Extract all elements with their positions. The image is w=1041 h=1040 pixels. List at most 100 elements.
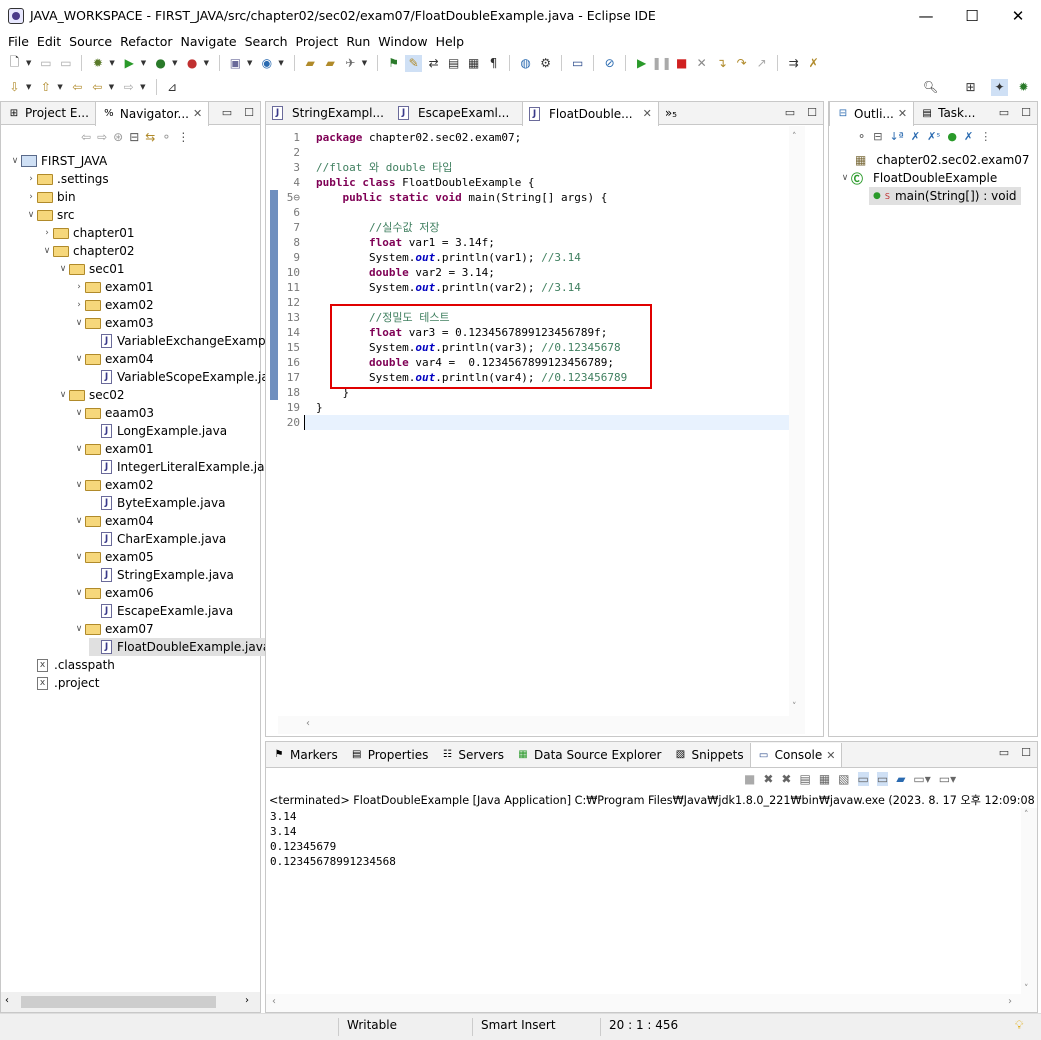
previous-annotation-icon[interactable]: ⇧ <box>37 79 54 96</box>
close-icon[interactable]: ✕ <box>193 107 202 120</box>
minimize-view-icon[interactable]: ▭ <box>999 746 1009 759</box>
code-line[interactable]: System.out.println(var2); //3.14 <box>316 280 581 295</box>
chevron-right-icon[interactable]: › <box>25 192 37 202</box>
remove-launch-icon[interactable]: ✖ <box>763 772 773 786</box>
disconnect-icon[interactable]: ✕ <box>693 55 710 72</box>
tree-item[interactable]: › exam01 <box>73 278 153 296</box>
chevron-right-icon[interactable]: › <box>25 174 37 184</box>
display-selected-icon[interactable]: ▭ <box>876 772 889 786</box>
chevron-down-icon[interactable]: ∨ <box>57 264 69 274</box>
tree-item[interactable]: ∨ exam04 <box>73 350 154 368</box>
tree-item[interactable]: ∨ eaam03 <box>73 404 154 422</box>
show-whitespace-icon[interactable]: ¶ <box>485 55 502 72</box>
chevron-down-icon[interactable]: ∨ <box>839 173 851 183</box>
back-nav-icon[interactable]: ⇦ <box>81 130 91 144</box>
outline-collapse-icon[interactable]: ⊟ <box>873 130 882 143</box>
tab-servers[interactable]: ☷ Servers <box>434 743 510 766</box>
tree-item[interactable]: › chapter01 <box>41 224 134 242</box>
open-console-icon[interactable]: ▰ <box>896 772 905 786</box>
step-into-icon[interactable]: ↴ <box>713 55 730 72</box>
new-icon[interactable]: 🗋 <box>6 55 23 72</box>
tree-item[interactable]: ∨ chapter02 <box>41 242 135 260</box>
sort-icon[interactable]: ↓ª <box>889 130 903 143</box>
outline-class[interactable]: ∨ Ⓒ FloatDoubleExample <box>839 169 998 187</box>
tree-item[interactable]: ∨ FIRST_JAVA <box>9 152 107 170</box>
toggle-breadcrumb-icon[interactable]: ⇄ <box>425 55 442 72</box>
chevron-down-icon[interactable]: ∨ <box>25 210 37 220</box>
terminate-console-icon[interactable]: ■ <box>744 772 755 786</box>
refactor-icon[interactable]: ✗ <box>805 55 822 72</box>
console-view-menu-icon[interactable]: ▭▾ <box>939 772 956 786</box>
tree-item[interactable]: ∨ exam04 <box>73 512 154 530</box>
tab-outline[interactable]: ⊟ Outli... ✕ <box>829 101 915 126</box>
block-selection-icon[interactable]: ▤ <box>445 55 462 72</box>
last-edit-location-icon[interactable]: ⇦ <box>69 79 86 96</box>
tree-item[interactable]: › bin <box>25 188 75 206</box>
tree-item[interactable]: ∨ exam02 <box>73 476 154 494</box>
tab-project-explorer[interactable]: ⊞ Project E... <box>1 102 95 125</box>
editor-vertical-scrollbar[interactable]: ˄ ˅ <box>789 126 805 716</box>
chevron-right-icon[interactable]: › <box>73 282 85 292</box>
tree-item[interactable]: › .settings <box>25 170 108 188</box>
view-menu-icon[interactable]: ⋮ <box>177 130 189 144</box>
chevron-down-icon[interactable]: ∨ <box>73 318 85 328</box>
menu-refactor[interactable]: Refactor <box>116 34 176 49</box>
new-console-icon[interactable]: ▭▾ <box>913 772 930 786</box>
open-folder-icon[interactable]: ▰ <box>322 55 339 72</box>
menu-file[interactable]: File <box>4 34 33 49</box>
up-nav-icon[interactable]: ⊛ <box>113 130 123 144</box>
tip-icon[interactable]: 💡︎ <box>1015 1018 1023 1033</box>
menu-search[interactable]: Search <box>241 34 292 49</box>
remove-all-icon[interactable]: ✖ <box>781 772 791 786</box>
resume-icon[interactable]: ▶ <box>633 55 650 72</box>
step-return-icon[interactable]: ↗ <box>753 55 770 72</box>
tree-item[interactable]: J VariableScopeExample.ja <box>89 368 269 386</box>
word-wrap-icon[interactable]: ▦ <box>465 55 482 72</box>
chevron-down-icon[interactable]: ∨ <box>41 246 53 256</box>
tree-item[interactable]: J CharExample.java <box>89 530 226 548</box>
outline-filter-icon[interactable]: ⚬ <box>857 130 866 143</box>
back-icon[interactable]: ⇦ <box>89 79 106 96</box>
suspend-icon[interactable]: ❚❚ <box>652 55 672 72</box>
tab-console[interactable]: ▭ Console ✕ <box>749 743 843 767</box>
console-icon[interactable]: ▭ <box>569 55 586 72</box>
tree-item[interactable]: ∨ sec01 <box>57 260 125 278</box>
code-line[interactable]: public static void main(String[] args) { <box>316 190 608 205</box>
step-over-icon[interactable]: ↷ <box>733 55 750 72</box>
tab-navigator[interactable]: % Navigator... ✕ <box>94 101 210 126</box>
menu-navigate[interactable]: Navigate <box>177 34 241 49</box>
chevron-down-icon[interactable]: ∨ <box>9 156 21 166</box>
next-annotation-icon[interactable]: ⇩ <box>6 79 23 96</box>
search-icon[interactable]: 🔍︎ <box>922 79 939 96</box>
toggle-mark-occurrences-icon[interactable]: ✎ <box>405 54 423 72</box>
terminate-icon[interactable]: ■ <box>673 55 690 72</box>
menu-project[interactable]: Project <box>292 34 343 49</box>
tree-item[interactable]: J FloatDoubleExample.java <box>89 638 273 656</box>
hide-local-types-icon[interactable]: ✗ <box>964 130 973 143</box>
chevron-down-icon[interactable]: ∨ <box>73 480 85 490</box>
tab-data-source-explorer[interactable]: ▦ Data Source Explorer <box>510 743 667 766</box>
code-line[interactable]: } <box>316 400 323 415</box>
horizontal-scrollbar[interactable]: ‹ › <box>1 992 260 1012</box>
save-all-icon[interactable]: ▭ <box>57 55 74 72</box>
tree-item[interactable]: J LongExample.java <box>89 422 227 440</box>
tree-item[interactable]: ∨ exam03 <box>73 314 154 332</box>
tree-item[interactable]: x .project <box>25 674 99 692</box>
hide-nonpublic-icon[interactable]: ● <box>947 130 957 143</box>
forward-icon[interactable]: ⇨ <box>120 79 137 96</box>
close-icon[interactable]: ✕ <box>643 107 652 120</box>
tab-markers[interactable]: ⚑ Markers <box>266 743 344 766</box>
run-icon[interactable]: ▶ <box>121 55 138 72</box>
code-line[interactable]: package chapter02.sec02.exam07; <box>316 130 521 145</box>
outline-method[interactable]: ● Smain(String[]) : void <box>869 187 1021 205</box>
tab-properties[interactable]: ▤ Properties <box>344 743 435 766</box>
tree-item[interactable]: ∨ exam07 <box>73 620 154 638</box>
editor-tab-escape[interactable]: J EscapeExaml... <box>392 102 522 125</box>
hide-fields-icon[interactable]: ✗ <box>911 130 920 143</box>
chevron-down-icon[interactable]: ∨ <box>73 516 85 526</box>
code-line[interactable]: //실수값 저장 <box>316 220 439 235</box>
close-button[interactable]: ✕ <box>995 0 1041 31</box>
scroll-lock-icon[interactable]: ▤ <box>799 772 810 786</box>
chevron-down-icon[interactable]: ∨ <box>57 390 69 400</box>
link-editor-icon[interactable]: ⇆ <box>145 130 155 144</box>
